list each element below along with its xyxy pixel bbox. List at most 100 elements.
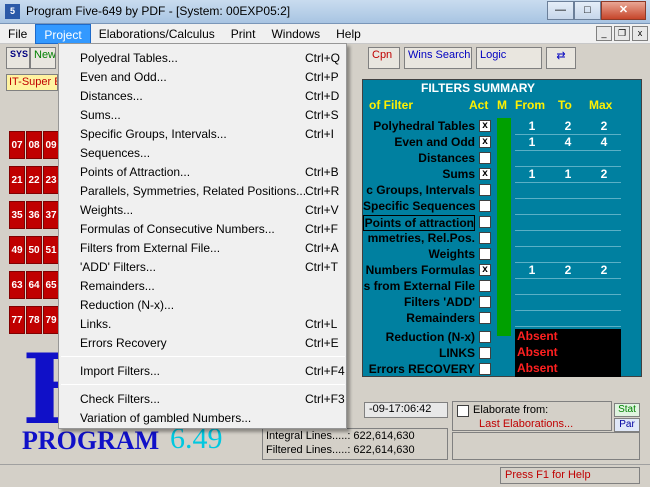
col-max-header: Max: [589, 98, 613, 112]
number-cell[interactable]: 51: [43, 236, 59, 264]
menu-help[interactable]: Help: [328, 24, 369, 44]
number-cell[interactable]: 65: [43, 271, 59, 299]
filter-act-checkbox[interactable]: [479, 200, 491, 212]
title-bar: 5 Program Five-649 by PDF - [System: 00E…: [0, 0, 650, 24]
menu-item-polyedral-tables[interactable]: Polyedral Tables... Ctrl+Q: [60, 48, 345, 67]
filter-act-checkbox[interactable]: x: [479, 136, 491, 148]
filter-row-label: LINKS: [439, 346, 475, 360]
menu-item-errors-recovery[interactable]: Errors Recovery Ctrl+E: [60, 333, 345, 352]
minimize-button[interactable]: —: [547, 1, 574, 20]
filter-act-checkbox[interactable]: [479, 312, 491, 324]
close-button[interactable]: ✕: [601, 1, 646, 20]
menu-separator: [61, 356, 345, 357]
filter-from-value: 1: [528, 167, 536, 181]
menu-file[interactable]: File: [0, 24, 35, 44]
menu-item-variation[interactable]: Variation of gambled Numbers...: [60, 408, 345, 427]
mdi-restore-button[interactable]: ❐: [614, 26, 630, 41]
filter-row-label: Errors RECOVERY: [368, 362, 475, 376]
number-cell[interactable]: 22: [26, 166, 42, 194]
menu-item-distances[interactable]: Distances... Ctrl+D: [60, 86, 345, 105]
sys-button[interactable]: SYS: [6, 47, 30, 69]
m-column-bar: [497, 118, 511, 336]
number-cell[interactable]: 64: [26, 271, 42, 299]
filter-row-label: Sums: [442, 167, 475, 181]
menu-elaborations[interactable]: Elaborations/Calculus: [91, 24, 223, 44]
filter-act-checkbox[interactable]: x: [479, 120, 491, 132]
menu-item-even-odd[interactable]: Even and Odd... Ctrl+P: [60, 67, 345, 86]
network-icon[interactable]: ⇄: [546, 47, 576, 69]
new-button[interactable]: New: [30, 47, 56, 69]
logic-button[interactable]: Logic: [476, 47, 542, 69]
number-cell[interactable]: 36: [26, 201, 42, 229]
number-cell[interactable]: 37: [43, 201, 59, 229]
menu-item-import-filters[interactable]: Import Filters... Ctrl+F4: [60, 361, 345, 380]
filter-row-label: Even and Odd: [394, 135, 475, 149]
filter-act-checkbox[interactable]: [479, 248, 491, 260]
number-cell[interactable]: 49: [9, 236, 25, 264]
filter-act-checkbox[interactable]: [479, 152, 491, 164]
filter-to-value: 2: [564, 263, 572, 277]
menu-item-remainders[interactable]: Remainders...: [60, 276, 345, 295]
filter-row-label: Reduction (N-x): [385, 330, 475, 344]
menu-item-sums[interactable]: Sums... Ctrl+S: [60, 105, 345, 124]
number-cell[interactable]: 07: [9, 131, 25, 159]
menu-item-add-filters[interactable]: 'ADD' Filters... Ctrl+T: [60, 257, 345, 276]
menu-item-specific-groups[interactable]: Specific Groups, Intervals... Ctrl+I: [60, 124, 345, 143]
date-display: -09-17:06:42: [364, 402, 448, 418]
filter-act-checkbox[interactable]: [479, 347, 491, 359]
menu-item-parallels[interactable]: Parallels, Symmetries, Related Positions…: [60, 181, 345, 200]
number-cell[interactable]: 09: [43, 131, 59, 159]
number-cell[interactable]: 79: [43, 306, 59, 334]
absent-indicator: Absent: [515, 329, 621, 345]
par-button[interactable]: Par: [614, 418, 640, 432]
menu-item-links[interactable]: Links. Ctrl+L: [60, 314, 345, 333]
filter-from-value: 1: [528, 263, 536, 277]
filter-act-checkbox[interactable]: x: [479, 264, 491, 276]
wins-search-button[interactable]: Wins Search: [404, 47, 472, 69]
stat-button[interactable]: Stat: [614, 403, 640, 417]
filter-row-label: Polyhedral Tables: [373, 119, 475, 133]
number-cell[interactable]: 08: [26, 131, 42, 159]
filter-max-value: 2: [600, 167, 608, 181]
menu-print[interactable]: Print: [223, 24, 264, 44]
elaborate-from-checkbox[interactable]: [457, 405, 469, 417]
number-cell[interactable]: 77: [9, 306, 25, 334]
maximize-button[interactable]: □: [574, 1, 601, 20]
filter-row-label: Specific Sequences: [363, 199, 476, 213]
cpn-button[interactable]: Cpn: [368, 47, 400, 69]
filter-act-checkbox[interactable]: [479, 280, 491, 292]
last-elaborations-link[interactable]: Last Elaborations...: [479, 418, 573, 430]
number-cell[interactable]: 50: [26, 236, 42, 264]
filter-act-checkbox[interactable]: [479, 232, 491, 244]
filter-act-checkbox[interactable]: [479, 184, 491, 196]
status-help-text: Press F1 for Help: [500, 467, 640, 484]
menu-item-points-of-attraction[interactable]: Points of Attraction... Ctrl+B: [60, 162, 345, 181]
menu-bar: File Project Elaborations/Calculus Print…: [0, 24, 650, 44]
mdi-close-button[interactable]: x: [632, 26, 648, 41]
app-icon[interactable]: 5: [5, 4, 20, 19]
filter-act-checkbox[interactable]: [479, 331, 491, 343]
menu-windows[interactable]: Windows: [263, 24, 328, 44]
number-cell[interactable]: 21: [9, 166, 25, 194]
menu-item-reduction[interactable]: Reduction (N-x)...: [60, 295, 345, 314]
number-cell[interactable]: 78: [26, 306, 42, 334]
menu-item-formulas[interactable]: Formulas of Consecutive Numbers... Ctrl+F: [60, 219, 345, 238]
col-from-header: From: [515, 98, 545, 112]
filter-row-label: Distances: [418, 151, 475, 165]
filter-row-label: Remainders: [406, 311, 475, 325]
filter-row-label: Weights: [428, 247, 475, 261]
menu-item-external-file[interactable]: Filters from External File... Ctrl+A: [60, 238, 345, 257]
number-cell[interactable]: 23: [43, 166, 59, 194]
menu-item-check-filters[interactable]: Check Filters... Ctrl+F3: [60, 389, 345, 408]
filter-act-checkbox[interactable]: [479, 363, 491, 375]
number-cell[interactable]: 35: [9, 201, 25, 229]
mdi-minimize-button[interactable]: _: [596, 26, 612, 41]
elaborate-panel: Elaborate from: Last Elaborations...: [452, 401, 612, 431]
filter-act-checkbox[interactable]: [479, 296, 491, 308]
filter-act-checkbox[interactable]: x: [479, 168, 491, 180]
menu-project[interactable]: Project: [35, 24, 91, 44]
menu-item-weights[interactable]: Weights... Ctrl+V: [60, 200, 345, 219]
filter-act-checkbox[interactable]: [479, 216, 491, 228]
menu-item-sequences[interactable]: Sequences...: [60, 143, 345, 162]
number-cell[interactable]: 63: [9, 271, 25, 299]
